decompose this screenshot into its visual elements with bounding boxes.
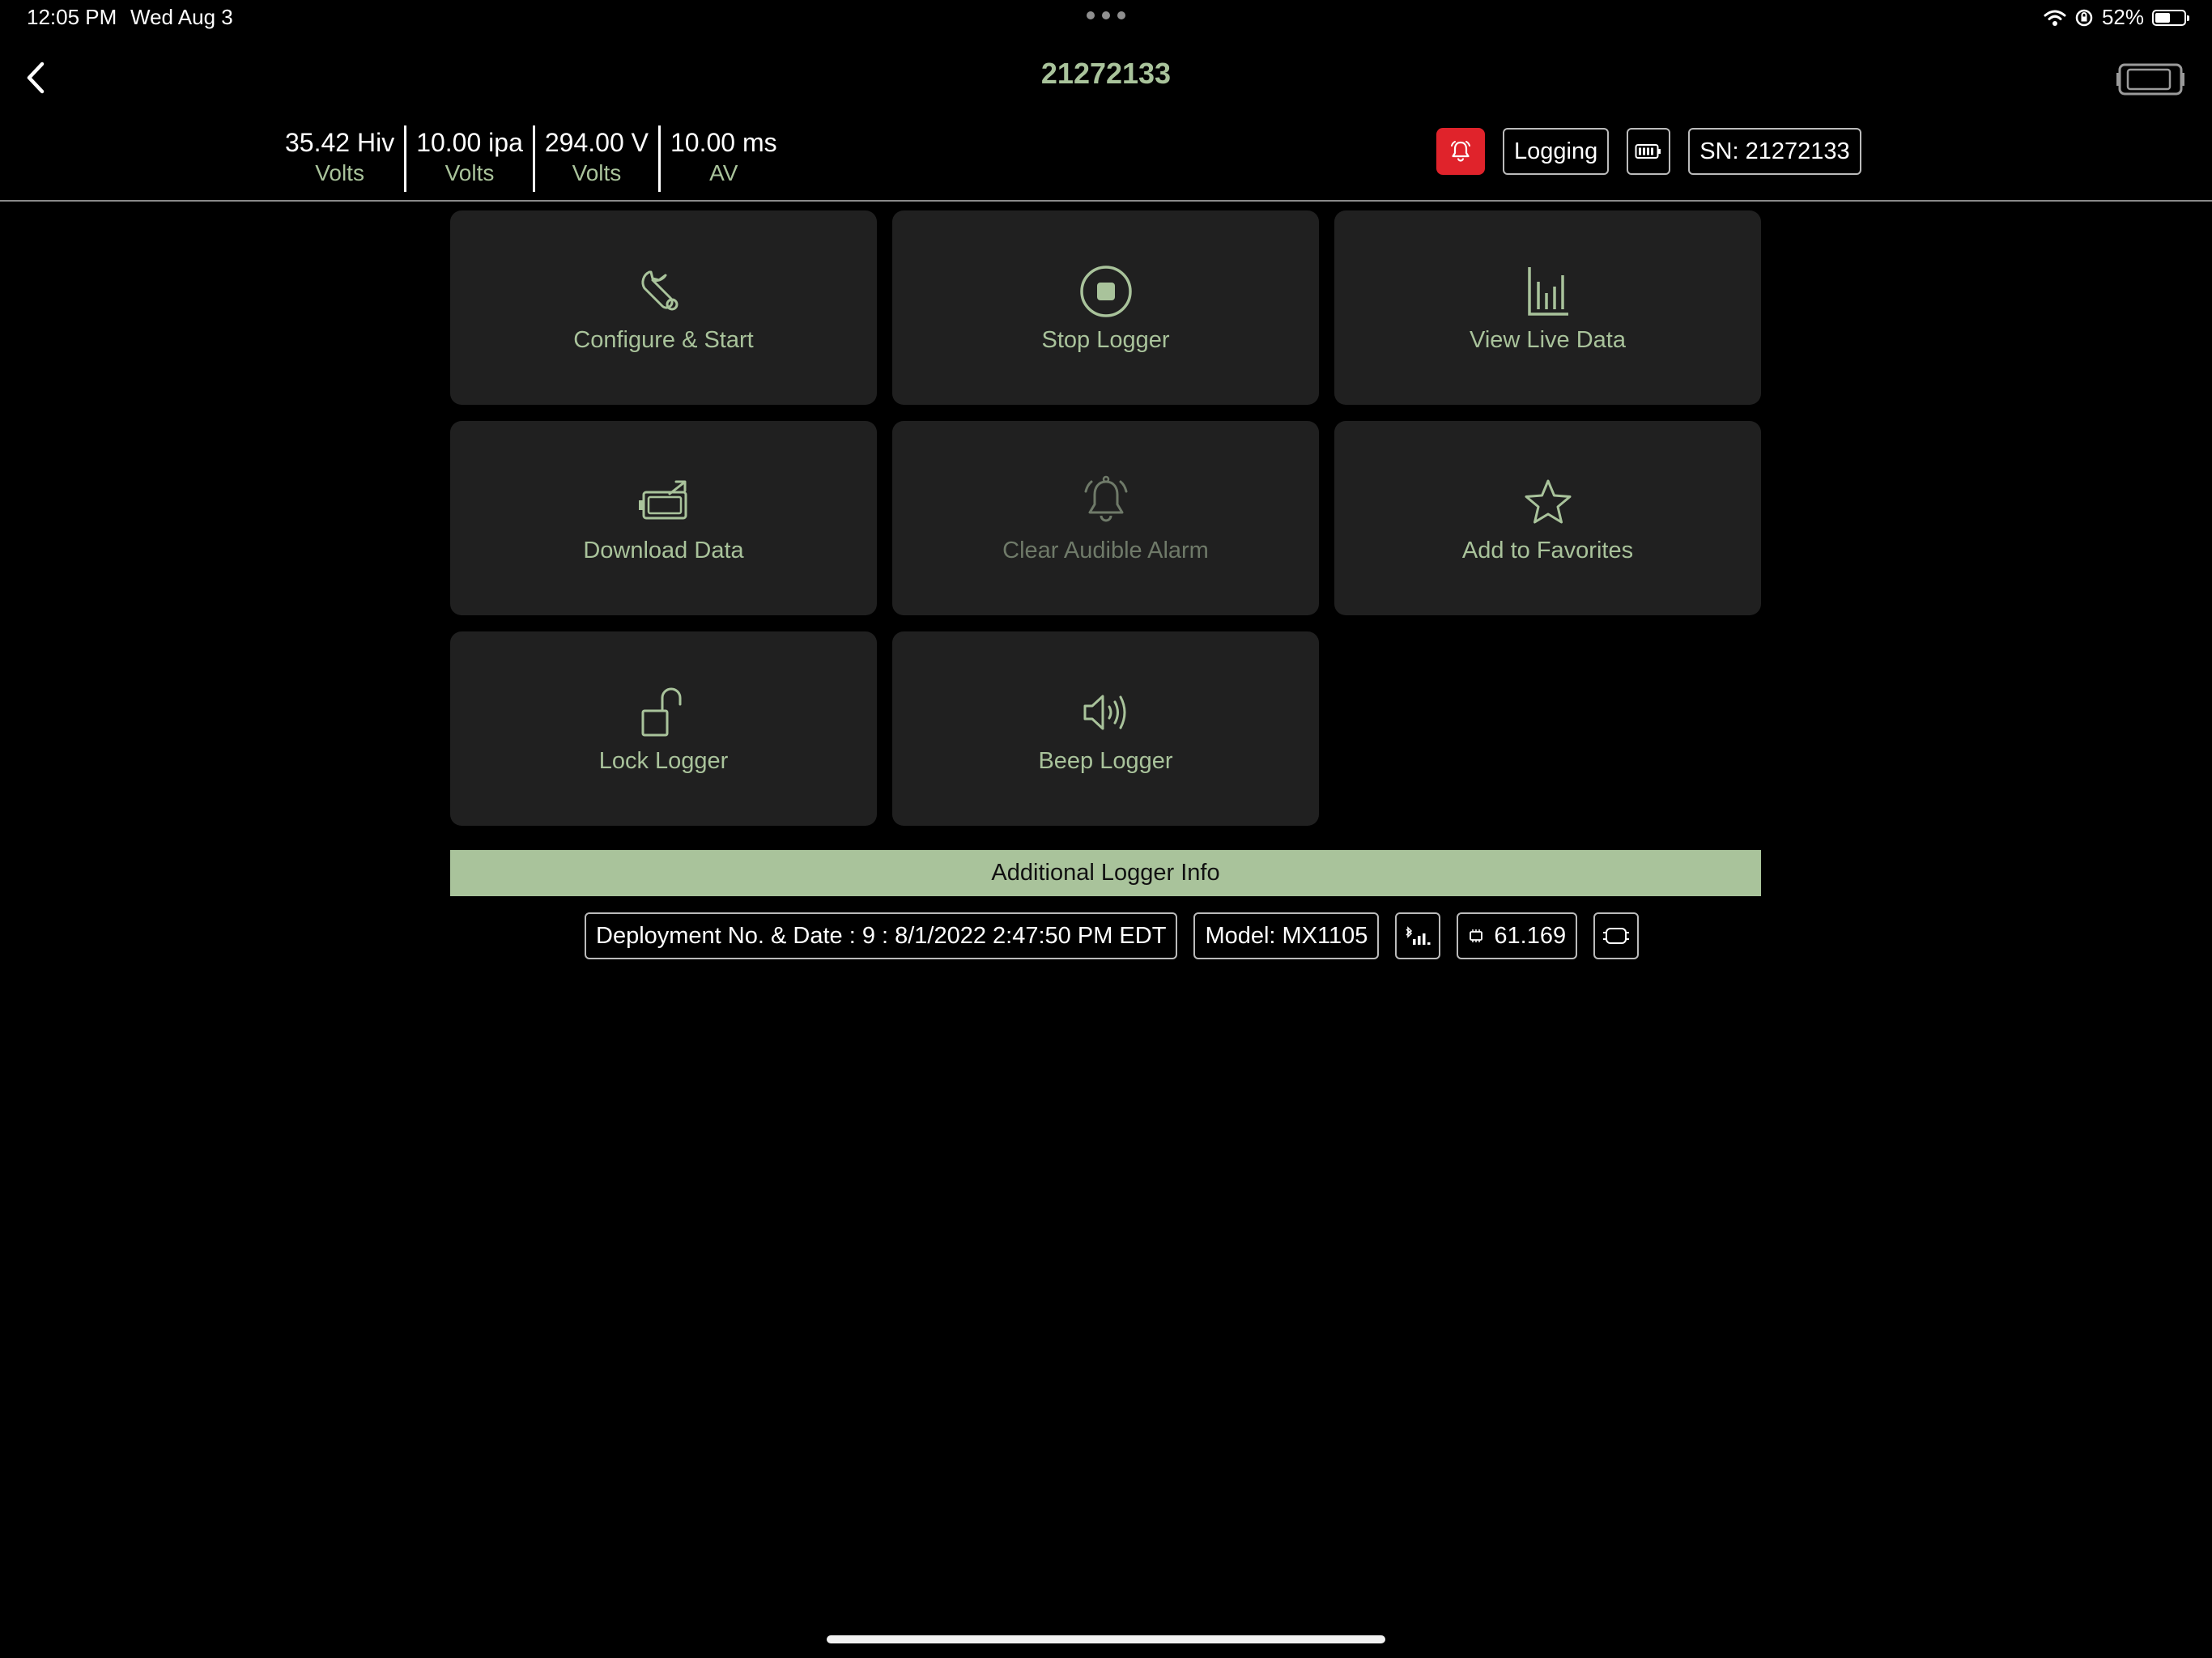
speaker-icon: [1078, 687, 1134, 738]
reading-value: 10.00 ipa: [416, 128, 523, 157]
bell-icon: [1078, 475, 1134, 528]
firmware-version: 61.169: [1494, 922, 1567, 949]
reading-4: 10.00 ms AV: [657, 125, 787, 192]
logger-battery-badge: [1627, 128, 1671, 175]
status-indicators: 52%: [2044, 5, 2189, 30]
page-title: 21272133: [1040, 57, 1172, 90]
tile-label: Stop Logger: [1041, 327, 1170, 353]
status-time: 12:05 PM: [27, 5, 117, 29]
view-live-data-button[interactable]: View Live Data: [1334, 210, 1761, 405]
download-data-icon: [636, 476, 692, 528]
tile-label: Download Data: [583, 538, 744, 563]
additional-info-badges: Deployment No. & Date : 9 : 8/1/2022 2:4…: [585, 912, 1640, 959]
status-badges: Logging SN: 21272133: [1436, 128, 1861, 175]
reading-unit: AV: [709, 160, 738, 185]
battery-percent: 52%: [2101, 5, 2144, 29]
battery-icon: [2152, 9, 2189, 26]
multitasking-dots-icon[interactable]: [1087, 11, 1125, 21]
status-bar: 12:05 PM Wed Aug 3 52%: [0, 0, 2212, 39]
bar-chart-icon: [1520, 266, 1576, 317]
chip-icon: [1470, 929, 1483, 942]
tile-label: Configure & Start: [573, 327, 754, 353]
download-data-button[interactable]: Download Data: [450, 421, 877, 615]
deployment-badge: Deployment No. & Date : 9 : 8/1/2022 2:4…: [585, 912, 1178, 959]
reading-3: 294.00 V Volts: [532, 125, 658, 192]
beep-logger-button[interactable]: Beep Logger: [892, 631, 1319, 826]
alarm-badge[interactable]: [1436, 128, 1485, 175]
unlock-icon: [636, 687, 692, 738]
tile-label: Beep Logger: [1038, 748, 1173, 774]
stop-circle-icon: [1078, 266, 1134, 317]
lock-logger-button[interactable]: Lock Logger: [450, 631, 877, 826]
tile-label: Lock Logger: [598, 748, 729, 774]
additional-info-header[interactable]: Additional Logger Info: [450, 850, 1761, 896]
memory-chip-icon: [1603, 928, 1630, 944]
battery-level-icon: [1635, 144, 1661, 159]
add-to-favorites-button[interactable]: Add to Favorites: [1334, 421, 1761, 615]
wifi-icon: [2044, 10, 2066, 26]
reading-unit: Volts: [572, 160, 622, 185]
tile-label: View Live Data: [1470, 327, 1626, 353]
stop-logger-button[interactable]: Stop Logger: [892, 210, 1319, 405]
status-date: Wed Aug 3: [130, 5, 233, 29]
configure-start-button[interactable]: Configure & Start: [450, 210, 877, 405]
home-indicator[interactable]: [827, 1635, 1385, 1643]
reading-1: 35.42 Hiv Volts: [275, 125, 404, 192]
clear-audible-alarm-button[interactable]: Clear Audible Alarm: [892, 421, 1319, 615]
tile-label: Clear Audible Alarm: [1002, 538, 1209, 563]
signal-badge: [1395, 912, 1441, 959]
bluetooth-signal-icon: [1406, 926, 1431, 945]
serial-number-badge: SN: 21272133: [1688, 128, 1861, 175]
reading-value: 10.00 ms: [670, 128, 777, 157]
star-icon: [1520, 476, 1576, 528]
orientation-lock-icon: [2075, 9, 2093, 26]
logging-status-badge: Logging: [1503, 128, 1610, 175]
wrench-icon: [636, 266, 692, 317]
logger-device-icon[interactable]: [2116, 58, 2184, 99]
sensor-readings: 35.42 Hiv Volts 10.00 ipa Volts 294.00 V…: [275, 125, 787, 192]
reading-unit: Volts: [445, 160, 495, 185]
memory-badge: [1593, 912, 1640, 959]
firmware-badge: 61.169: [1457, 912, 1578, 959]
tile-label: Add to Favorites: [1461, 538, 1634, 563]
reading-value: 35.42 Hiv: [285, 128, 395, 157]
reading-2: 10.00 ipa Volts: [404, 125, 533, 192]
reading-value: 294.00 V: [544, 128, 649, 157]
header-divider: [0, 200, 2212, 202]
alarm-bell-icon: [1451, 141, 1470, 162]
model-badge: Model: MX1105: [1193, 912, 1380, 959]
reading-unit: Volts: [315, 160, 364, 185]
